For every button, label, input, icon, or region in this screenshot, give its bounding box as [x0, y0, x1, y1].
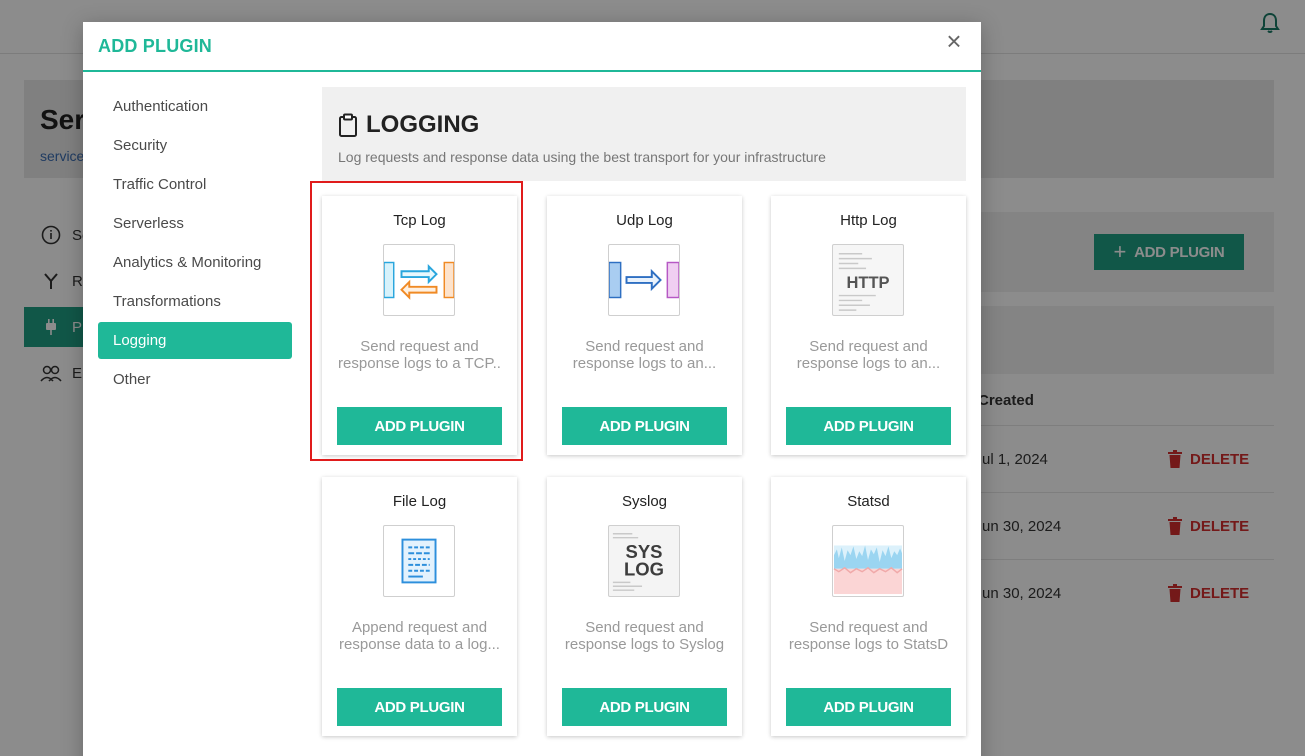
plugin-description-line: response logs to an... — [572, 355, 717, 372]
plugin-card-statsd: Statsd Send request and response logs to… — [771, 477, 966, 736]
category-description: Log requests and response data using the… — [338, 149, 826, 165]
plugin-name: Tcp Log — [393, 212, 446, 229]
plugin-description: Send request and response logs to a TCP.… — [334, 338, 505, 372]
plugin-name: File Log — [392, 493, 447, 510]
plugin-name: Syslog — [621, 493, 668, 510]
modal-header: ADD PLUGIN × — [83, 22, 981, 72]
category-logging[interactable]: Logging — [98, 322, 292, 359]
http-log-icon: HTTP — [832, 244, 904, 316]
plugin-description-line: Send request and — [585, 619, 704, 636]
category-title-text: LOGGING — [366, 111, 480, 138]
plugin-description: Append request and response data to a lo… — [334, 619, 505, 653]
plugin-card-file-log: File Log Append request and response dat… — [322, 477, 517, 736]
syslog-icon: SYS LOG — [608, 525, 680, 597]
add-plugin-button[interactable]: ADD PLUGIN — [786, 407, 951, 445]
plugin-description-line: response logs to Syslog — [564, 636, 725, 653]
category-analytics-monitoring[interactable]: Analytics & Monitoring — [98, 244, 292, 281]
file-log-icon — [383, 525, 455, 597]
add-plugin-button[interactable]: ADD PLUGIN — [337, 407, 502, 445]
add-plugin-button[interactable]: ADD PLUGIN — [337, 688, 502, 726]
plugin-description: Send request and response logs to Syslog — [559, 619, 730, 653]
plugin-name: Http Log — [840, 212, 897, 229]
category-other[interactable]: Other — [98, 361, 292, 398]
plugin-name: Statsd — [847, 493, 890, 510]
add-plugin-button[interactable]: ADD PLUGIN — [562, 407, 727, 445]
plugin-description-line: Send request and — [585, 338, 704, 355]
plugin-name: Udp Log — [616, 212, 673, 229]
tcp-log-icon — [383, 244, 455, 316]
plugin-description: Send request and response logs to an... — [783, 338, 954, 372]
category-transformations[interactable]: Transformations — [98, 283, 292, 320]
plugin-description-line: Send request and — [809, 619, 928, 636]
plugin-card-http-log: Http Log HTTP Send request and response … — [771, 196, 966, 455]
plugin-card-syslog: Syslog SYS LOG Send request and response… — [547, 477, 742, 736]
close-icon[interactable]: × — [943, 28, 965, 54]
statsd-icon — [832, 525, 904, 597]
add-plugin-modal: ADD PLUGIN × Authentication Security Tra… — [83, 22, 981, 756]
plugin-description: Send request and response logs to StatsD — [783, 619, 954, 653]
udp-log-icon — [608, 244, 680, 316]
plugin-description-line: response logs to a TCP.. — [338, 355, 501, 372]
http-icon-text: HTTP — [846, 273, 889, 292]
category-title: LOGGING — [338, 111, 479, 139]
category-sidebar: Authentication Security Traffic Control … — [98, 88, 292, 400]
add-plugin-button[interactable]: ADD PLUGIN — [786, 688, 951, 726]
plugin-description: Send request and response logs to an... — [559, 338, 730, 372]
plugin-description-line: Send request and — [809, 338, 928, 355]
add-plugin-button[interactable]: ADD PLUGIN — [562, 688, 727, 726]
modal-title: ADD PLUGIN — [98, 36, 212, 56]
category-security[interactable]: Security — [98, 127, 292, 164]
category-serverless[interactable]: Serverless — [98, 205, 292, 242]
plugin-card-tcp-log: Tcp Log Send request and response logs t… — [322, 196, 517, 455]
category-authentication[interactable]: Authentication — [98, 88, 292, 125]
clipboard-icon — [339, 113, 357, 137]
plugin-description-line: response logs to an... — [796, 355, 941, 372]
category-header: LOGGING Log requests and response data u… — [322, 87, 966, 181]
syslog-icon-text: LOG — [624, 559, 664, 580]
plugin-description-line: response logs to StatsD — [788, 636, 949, 653]
plugin-description-line: response data to a log... — [339, 636, 500, 653]
plugin-description-line: Append request and — [351, 619, 488, 636]
plugin-description-line: Send request and — [360, 338, 479, 355]
plugin-card-udp-log: Udp Log Send request and response logs t… — [547, 196, 742, 455]
category-traffic-control[interactable]: Traffic Control — [98, 166, 292, 203]
